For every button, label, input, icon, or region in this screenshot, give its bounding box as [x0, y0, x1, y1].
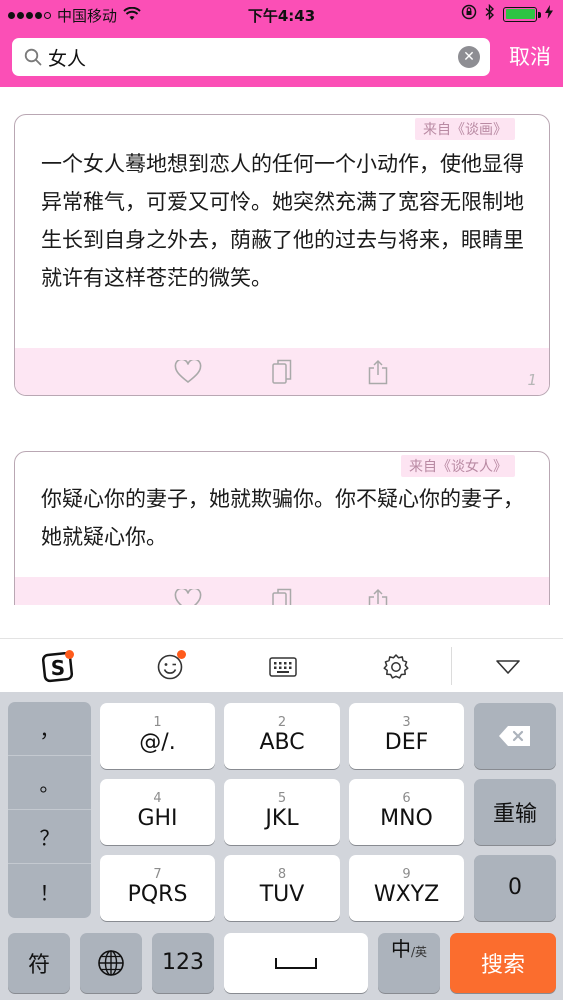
- key-8[interactable]: 8 TUV: [224, 855, 340, 921]
- punct-period-key[interactable]: 。: [8, 756, 91, 810]
- battery-icon: [503, 6, 541, 22]
- key-1[interactable]: 1 @/.: [100, 703, 215, 769]
- punct-comma-key[interactable]: ，: [8, 702, 91, 756]
- globe-key[interactable]: [80, 933, 142, 993]
- search-bar[interactable]: ✕: [12, 38, 490, 76]
- key-4[interactable]: 4 GHI: [100, 779, 215, 845]
- punct-question-key[interactable]: ？: [8, 810, 91, 864]
- keyboard-toolbar: S: [0, 638, 563, 692]
- quote-text: 你疑心你的妻子，她就欺骗你。你不疑心你的妻子，她就疑心你。: [41, 487, 524, 549]
- key-0[interactable]: 0: [474, 855, 556, 921]
- delete-key[interactable]: [474, 703, 556, 769]
- punct-exclaim-key[interactable]: ！: [8, 864, 91, 918]
- key-3[interactable]: 3 DEF: [349, 703, 464, 769]
- quote-card[interactable]: 来自《谈女人》 你疑心你的妻子，她就欺骗你。你不疑心你的妻子，她就疑心你。: [14, 451, 550, 605]
- settings-gear-icon[interactable]: [376, 647, 416, 687]
- search-key[interactable]: 搜索: [450, 933, 556, 993]
- language-switch-key[interactable]: 中 /英: [378, 933, 440, 993]
- hide-keyboard-icon[interactable]: [488, 647, 528, 687]
- results-list[interactable]: 来自《谈画》 一个女人蓦地想到恋人的任何一个小动作，使他显得异常稚气，可爱又可怜…: [0, 87, 563, 605]
- battery-level: [505, 9, 535, 19]
- emoji-icon[interactable]: [150, 647, 190, 687]
- cancel-button[interactable]: 取消: [509, 42, 551, 72]
- charging-icon: [545, 5, 553, 23]
- copy-icon[interactable]: [267, 358, 297, 386]
- retype-key[interactable]: 重输: [474, 779, 556, 845]
- backspace-icon: [499, 726, 530, 746]
- notification-dot: [177, 650, 186, 659]
- key-6[interactable]: 6 MNO: [349, 779, 464, 845]
- quote-text: 一个女人蓦地想到恋人的任何一个小动作，使他显得异常稚气，可爱又可怜。她突然充满了…: [41, 152, 524, 290]
- bluetooth-icon: [485, 3, 495, 24]
- copy-icon[interactable]: [267, 587, 297, 605]
- clear-search-icon[interactable]: ✕: [458, 46, 480, 68]
- orientation-lock-icon: [461, 4, 477, 24]
- keyboard-switch-icon[interactable]: [263, 647, 303, 687]
- quote-card[interactable]: 来自《谈画》 一个女人蓦地想到恋人的任何一个小动作，使他显得异常稚气，可爱又可怜…: [14, 114, 550, 396]
- key-5[interactable]: 5 JKL: [224, 779, 340, 845]
- symbol-key[interactable]: 符: [8, 933, 70, 993]
- status-bar: 中国移动 下午4:43: [0, 0, 563, 30]
- keyboard: ， 。 ？ ！ 1 @/. 2 ABC 3 DEF 4 GHI 5 JKL 6 …: [0, 692, 563, 1000]
- status-right: [461, 3, 553, 24]
- search-icon: [18, 38, 48, 76]
- heart-icon[interactable]: [173, 587, 203, 605]
- notification-dot: [65, 650, 74, 659]
- key-7[interactable]: 7 PQRS: [100, 855, 215, 921]
- quote-source: 来自《谈画》: [415, 118, 515, 140]
- punctuation-list[interactable]: ， 。 ？ ！: [8, 702, 91, 918]
- key-9[interactable]: 9 WXYZ: [349, 855, 464, 921]
- card-index: 1: [527, 371, 537, 389]
- card-actions: 1: [15, 348, 549, 395]
- sogou-logo-icon[interactable]: S: [38, 647, 78, 687]
- card-actions: [15, 577, 549, 605]
- key-2[interactable]: 2 ABC: [224, 703, 340, 769]
- heart-icon[interactable]: [173, 358, 203, 386]
- space-key[interactable]: [224, 933, 368, 993]
- share-icon[interactable]: [363, 587, 393, 605]
- share-icon[interactable]: [363, 358, 393, 386]
- app-header: 中国移动 下午4:43 ✕ 取消: [0, 0, 563, 87]
- globe-icon: [98, 950, 124, 976]
- toolbar-divider: [451, 647, 452, 685]
- space-icon: [275, 958, 317, 969]
- quote-source: 来自《谈女人》: [401, 455, 515, 477]
- svg-text:S: S: [51, 656, 65, 680]
- search-input[interactable]: [48, 39, 458, 75]
- number-mode-key[interactable]: 123: [152, 933, 214, 993]
